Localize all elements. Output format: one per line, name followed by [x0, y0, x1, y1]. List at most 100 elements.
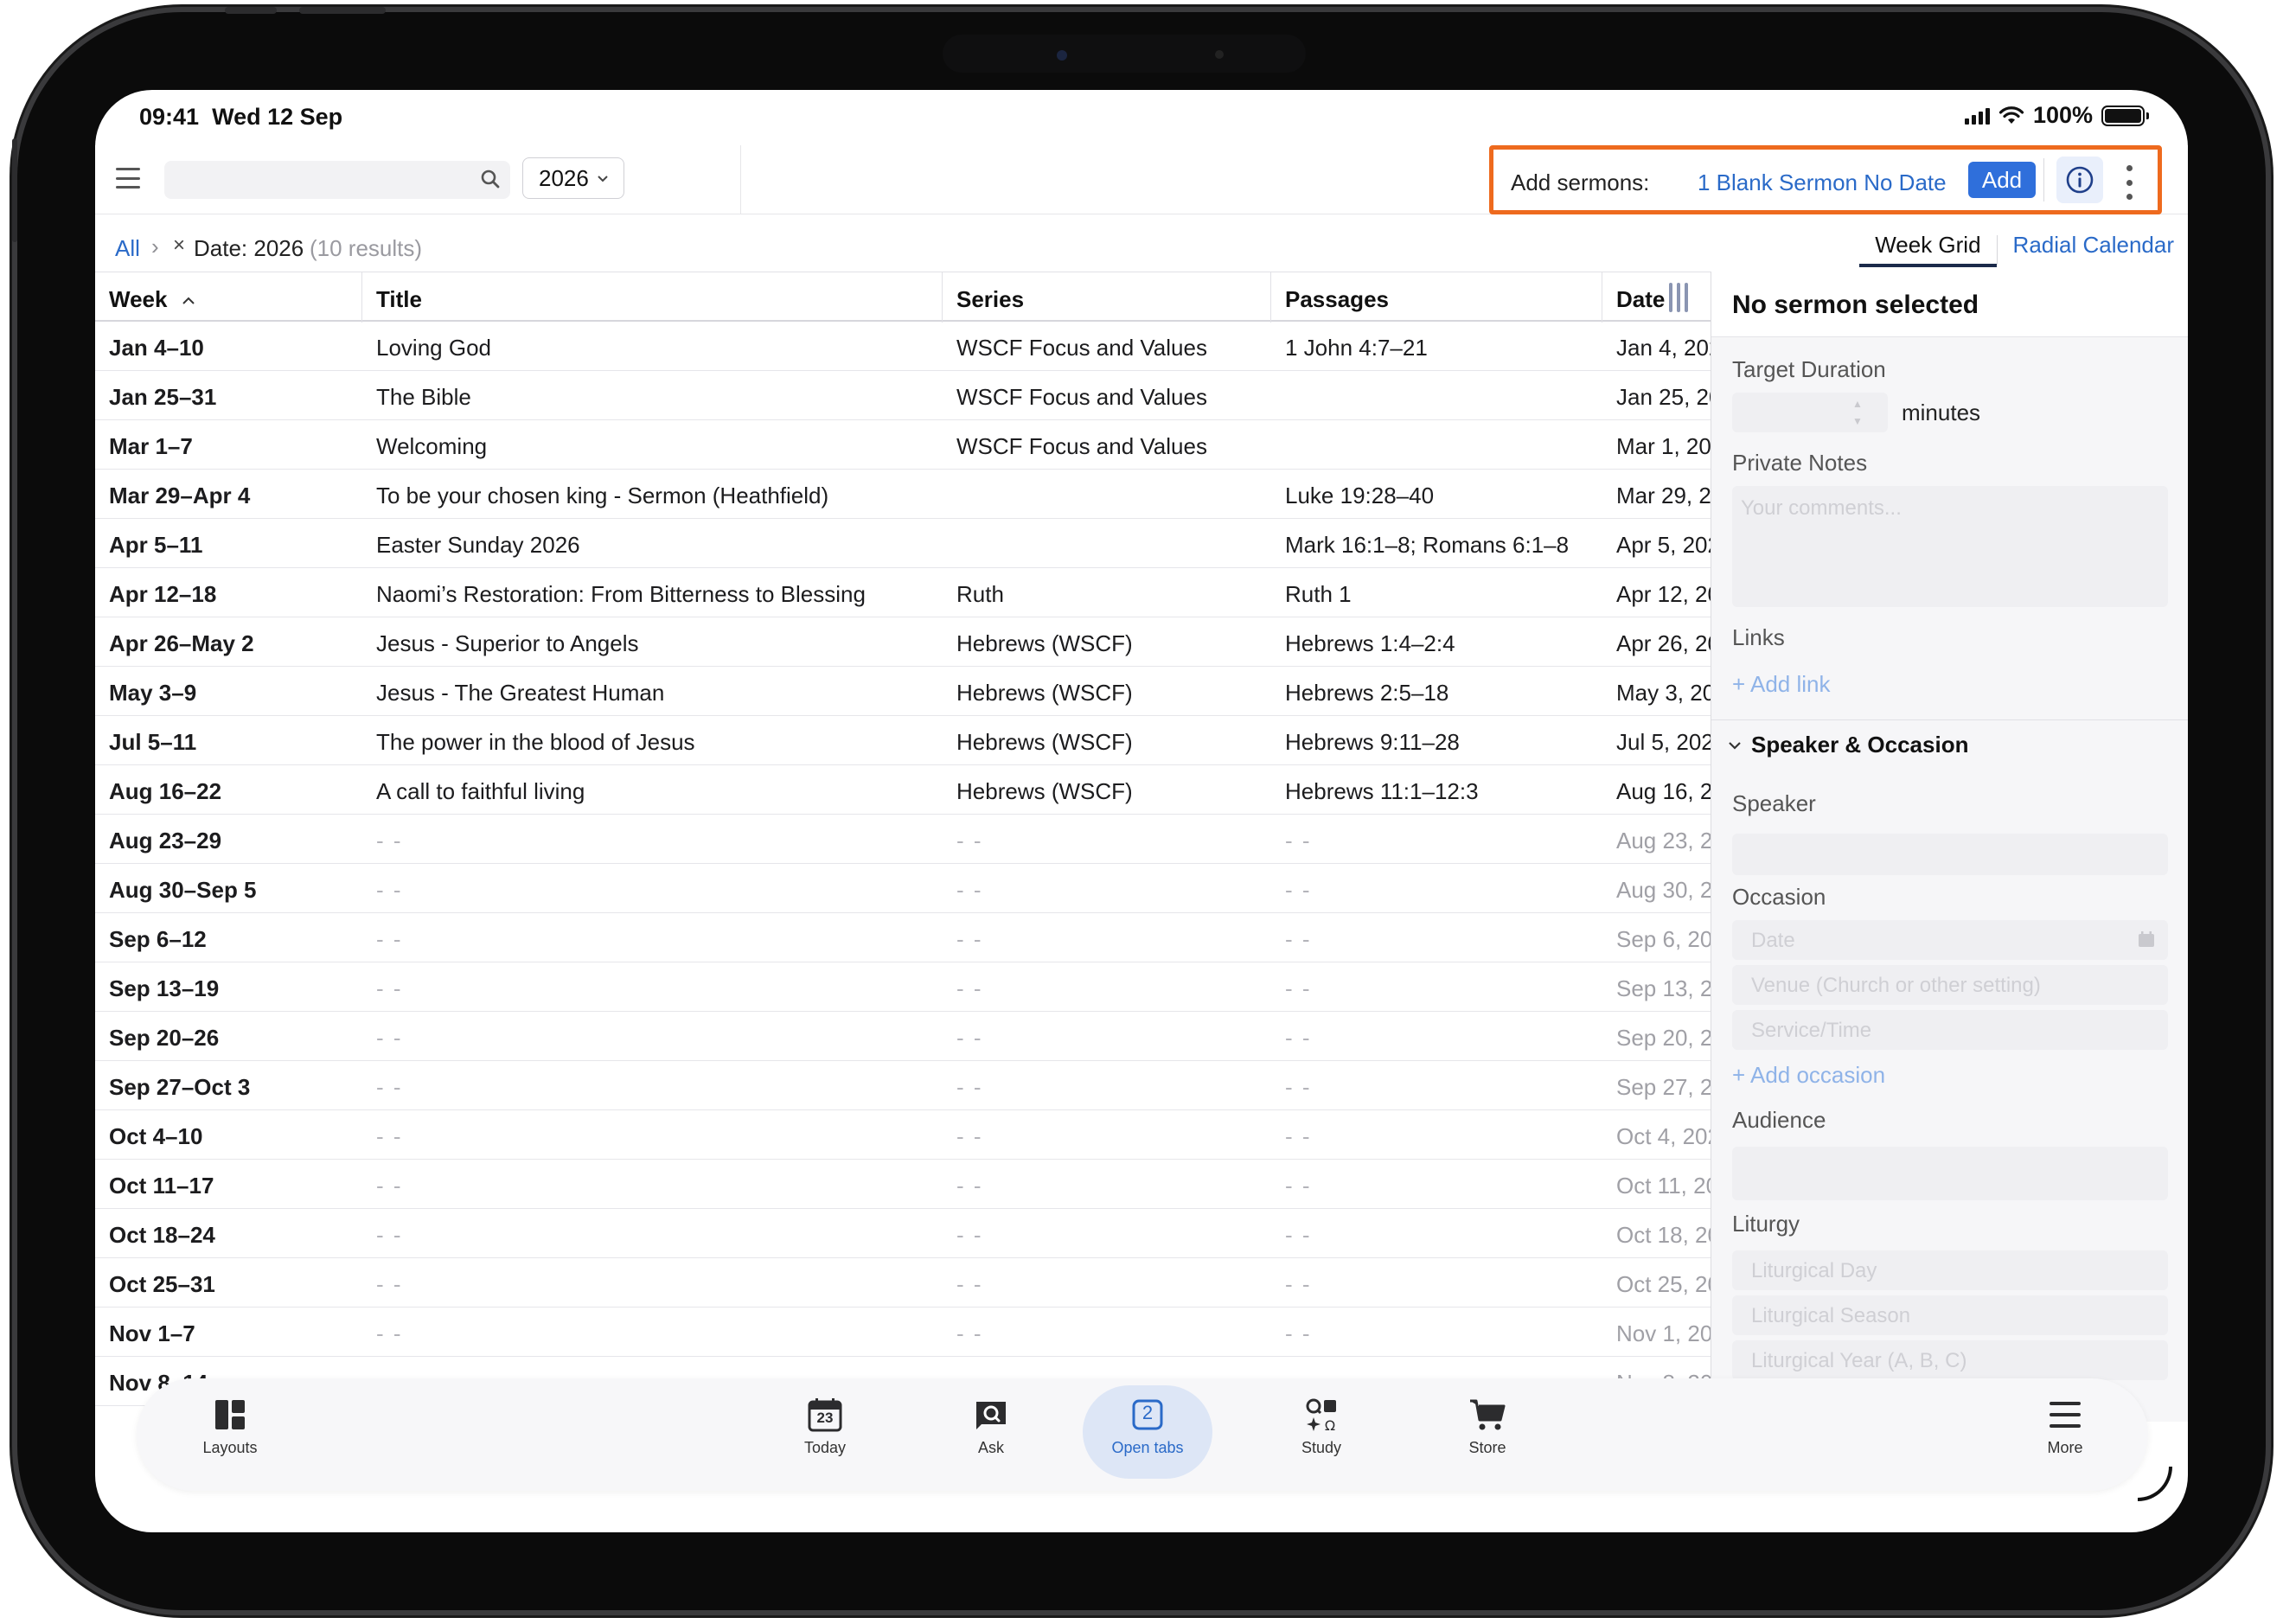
nav-store[interactable]: Store — [1427, 1396, 1548, 1482]
add-button[interactable]: Add — [1968, 162, 2036, 198]
add-link-button[interactable]: + Add link — [1732, 671, 1830, 698]
table-row[interactable]: Oct 11–17 - - - - - - Oct 11, 2026 — [95, 1160, 1711, 1209]
cell-date: Aug 16, 2026 — [1616, 778, 1711, 804]
cell-week: Apr 26–May 2 — [109, 630, 254, 656]
table-row[interactable]: Apr 5–11 Easter Sunday 2026 Mark 16:1–8; R… — [95, 519, 1711, 568]
status-indicators: 100% — [1964, 102, 2149, 129]
column-header-title[interactable]: Title — [362, 272, 943, 323]
tab-radial-calendar[interactable]: Radial Calendar — [1998, 232, 2174, 267]
more-options-icon[interactable] — [2125, 165, 2133, 200]
liturgical-year-input[interactable]: Liturgical Year (A, B, C) — [1732, 1340, 2168, 1380]
info-button[interactable] — [2056, 157, 2103, 203]
duration-stepper-icon[interactable]: ▲ ▼ — [1850, 398, 1865, 427]
cell-date: Mar 1, 2026 — [1616, 433, 1711, 459]
table-row[interactable]: Oct 4–10 - - - - - - Oct 4, 2026 — [95, 1110, 1711, 1160]
nav-layouts-label: Layouts — [202, 1439, 258, 1456]
column-header-week[interactable]: Week — [95, 272, 362, 323]
table-row[interactable]: Apr 12–18 Naomi’s Restoration: From Bitte… — [95, 568, 1711, 617]
cell-passages: - - — [1285, 926, 1312, 952]
speaker-label: Speaker — [1732, 790, 1816, 816]
wifi-icon — [1998, 105, 2024, 124]
table-row[interactable]: Aug 23–29 - - - - - - Aug 23, 2026 — [95, 815, 1711, 864]
more-menu-icon — [2046, 1396, 2084, 1434]
speaker-occasion-section[interactable]: Speaker & Occasion — [1727, 732, 1968, 758]
nav-more[interactable]: More — [2005, 1396, 2126, 1482]
table-row[interactable]: Sep 6–12 - - - - - - Sep 6, 2026 — [95, 913, 1711, 962]
liturgical-season-input[interactable]: Liturgical Season — [1732, 1295, 2168, 1335]
nav-ask[interactable]: Ask — [930, 1396, 1052, 1482]
table-row[interactable]: Jul 5–11 The power in the blood of Jesus H… — [95, 716, 1711, 765]
links-label: Links — [1732, 624, 1785, 650]
venue-placeholder: Venue (Church or other setting) — [1751, 974, 2041, 997]
cell-series: - - — [956, 1222, 983, 1248]
cell-passages: - - — [1285, 1271, 1312, 1297]
cell-series: WSCF Focus and Values — [956, 384, 1207, 410]
speaker-input[interactable] — [1732, 834, 2168, 875]
service-time-input[interactable]: Service/Time — [1732, 1010, 2168, 1050]
table-row[interactable]: Apr 26–May 2 Jesus - Superior to Angels He… — [95, 617, 1711, 667]
info-icon — [2066, 166, 2094, 194]
cell-week: Oct 4–10 — [109, 1123, 203, 1149]
battery-icon — [2101, 105, 2149, 126]
column-resize-handle-icon[interactable] — [1669, 283, 1695, 312]
sort-ascending-icon — [182, 297, 195, 304]
cell-series: Hebrews (WSCF) — [956, 630, 1133, 656]
table-row[interactable]: Mar 29–Apr 4 To be your chosen king - Ser… — [95, 470, 1711, 519]
ask-icon — [972, 1396, 1010, 1434]
column-header-passages[interactable]: Passages — [1271, 272, 1602, 323]
table-row[interactable]: Aug 30–Sep 5 - - - - - - Aug 30, 2026 — [95, 864, 1711, 913]
table-row[interactable]: Sep 20–26 - - - - - - Sep 20, 2026 — [95, 1012, 1711, 1061]
add-occasion-button[interactable]: + Add occasion — [1732, 1062, 1885, 1089]
cell-series: Hebrews (WSCF) — [956, 729, 1133, 755]
cell-date: Apr 12, 2026 — [1616, 581, 1711, 607]
cell-title: - - — [376, 877, 403, 903]
liturgical-day-input[interactable]: Liturgical Day — [1732, 1250, 2168, 1290]
cell-title: Naomi’s Restoration: From Bitterness to … — [376, 581, 866, 607]
cell-date: Sep 20, 2026 — [1616, 1025, 1711, 1051]
table-row[interactable]: Mar 1–7 Welcoming WSCF Focus and Values Mar… — [95, 420, 1711, 470]
cell-date: Jul 5, 2026 — [1616, 729, 1711, 755]
private-notes-textarea[interactable]: Your comments... — [1732, 486, 2168, 607]
blank-sermon-option[interactable]: 1 Blank Sermon No Date — [1698, 169, 1947, 196]
audience-input[interactable] — [1732, 1147, 2168, 1200]
table-row[interactable]: Nov 1–7 - - - - - - Nov 1, 2026 — [95, 1308, 1711, 1357]
breadcrumb-all[interactable]: All — [115, 235, 140, 262]
cell-week: Aug 23–29 — [109, 828, 222, 854]
table-row[interactable]: Jan 25–31 The Bible WSCF Focus and Values J… — [95, 371, 1711, 420]
table-row[interactable]: Oct 18–24 - - - - - - Oct 18, 2026 — [95, 1209, 1711, 1258]
table-row[interactable]: Aug 16–22 A call to faithful living Hebrew… — [95, 765, 1711, 815]
nav-layouts[interactable]: Layouts — [169, 1396, 291, 1482]
cell-date: Oct 4, 2026 — [1616, 1123, 1711, 1149]
occasion-date-input[interactable]: Date — [1732, 920, 2168, 960]
cell-title: Jesus - The Greatest Human — [376, 680, 665, 706]
date-placeholder: Date — [1751, 929, 1795, 952]
cell-title: - - — [376, 828, 403, 854]
sensor-icon — [1215, 50, 1224, 59]
cell-title: - - — [376, 1025, 403, 1051]
nav-today[interactable]: 23 Today — [764, 1396, 886, 1482]
nav-study[interactable]: Ω Study — [1261, 1396, 1382, 1482]
table-row[interactable]: Oct 25–31 - - - - - - Oct 25, 2026 — [95, 1258, 1711, 1308]
nav-open-tabs[interactable]: 2 Open tabs — [1087, 1396, 1208, 1482]
cell-title: The Bible — [376, 384, 471, 410]
cell-date: Aug 30, 2026 — [1616, 877, 1711, 903]
cell-passages: - - — [1285, 828, 1312, 854]
column-header-series[interactable]: Series — [943, 272, 1271, 323]
table-row[interactable]: May 3–9 Jesus - The Greatest Human Hebrews… — [95, 667, 1711, 716]
table-row[interactable]: Sep 27–Oct 3 - - - - - - Sep 27, 2026 — [95, 1061, 1711, 1110]
cell-passages: Hebrews 2:5–18 — [1285, 680, 1449, 706]
venue-input[interactable]: Venue (Church or other setting) — [1732, 965, 2168, 1005]
sermon-table: Week Title Series Passages Date Jan 4–10… — [95, 272, 1711, 1439]
toolbar: 2026 Add sermons: 1 Blank Sermon No Date… — [95, 145, 2188, 214]
audience-label: Audience — [1732, 1107, 1826, 1133]
table-row[interactable]: Sep 13–19 - - - - - - Sep 13, 2026 — [95, 962, 1711, 1012]
status-time: 09:41 Wed 12 Sep — [139, 104, 343, 130]
year-select[interactable]: 2026 — [522, 157, 624, 199]
table-row[interactable]: Jan 4–10 Loving God WSCF Focus and Values 1… — [95, 322, 1711, 371]
search-input[interactable] — [164, 161, 510, 199]
study-icon: Ω — [1302, 1396, 1340, 1434]
tab-week-grid[interactable]: Week Grid — [1859, 232, 1997, 267]
menu-icon[interactable] — [116, 168, 140, 189]
cell-week: Sep 6–12 — [109, 926, 207, 952]
remove-filter-icon[interactable]: × — [173, 233, 185, 258]
